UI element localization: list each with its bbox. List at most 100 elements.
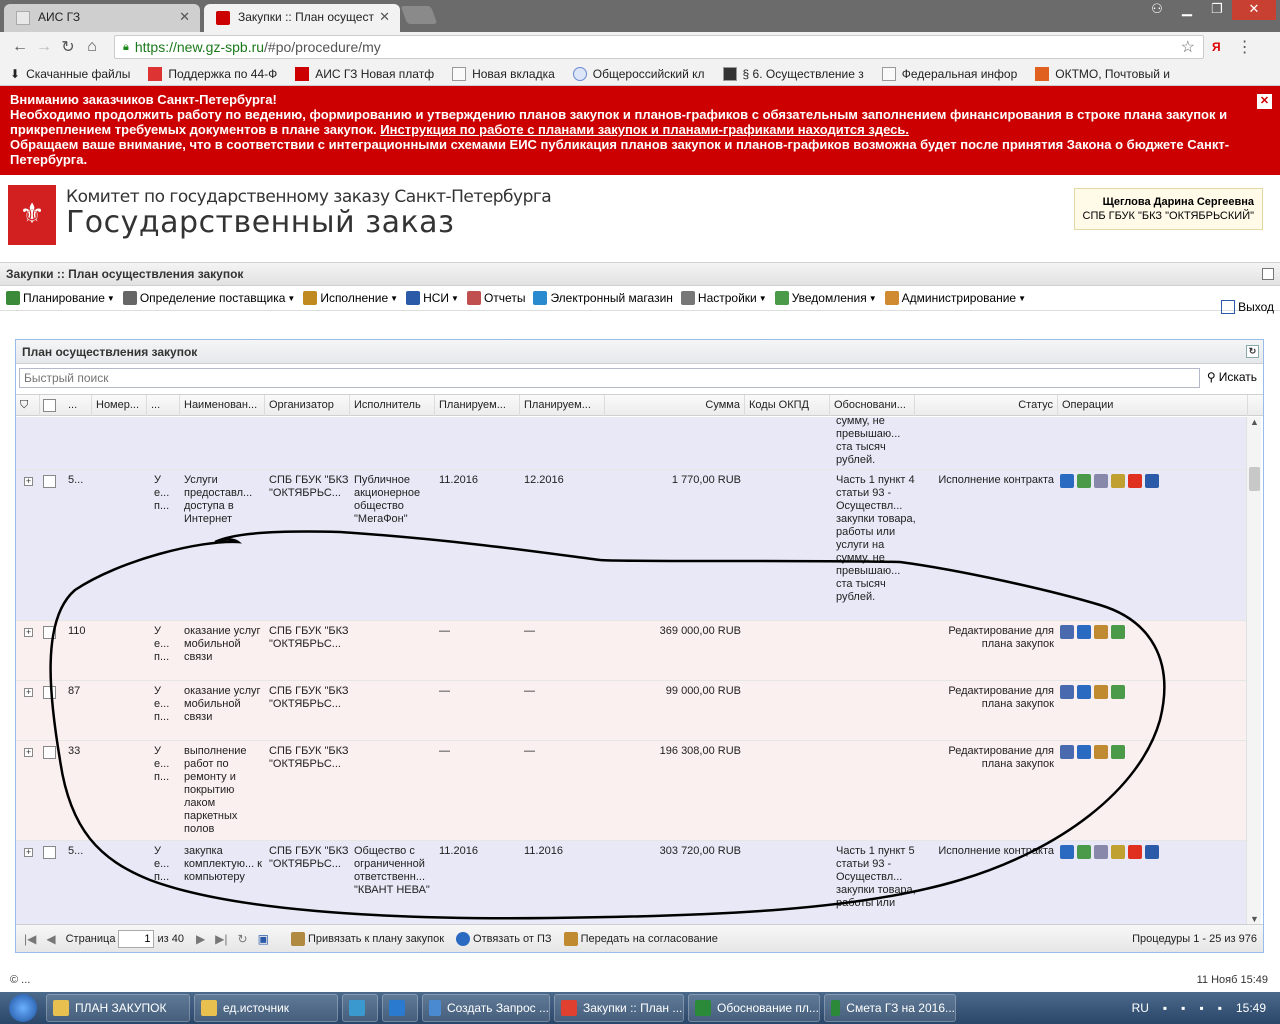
reload-icon[interactable]: ↻ [56, 37, 80, 57]
taskbar-item[interactable]: Создать Запрос ... [422, 994, 550, 1022]
column-header[interactable]: Операции [1058, 395, 1248, 416]
operation-icon[interactable] [1145, 845, 1159, 859]
column-header[interactable]: Номер... [92, 395, 147, 416]
operation-icon[interactable] [1111, 625, 1125, 639]
operation-icon[interactable] [1094, 745, 1108, 759]
logout-button[interactable]: Выход [1221, 300, 1274, 314]
operation-icon[interactable] [1060, 845, 1074, 859]
menu-item[interactable]: Планирование ▼ [6, 291, 115, 305]
expand-icon[interactable]: + [24, 628, 33, 637]
operation-icon[interactable] [1094, 625, 1108, 639]
bookmark-item[interactable]: § 6. Осуществление з [722, 66, 864, 81]
table-row[interactable]: +5... У е... п... Услуги предоставл... дос… [16, 470, 1246, 621]
row-checkbox[interactable] [43, 746, 56, 759]
menu-item[interactable]: НСИ ▼ [406, 291, 459, 305]
back-icon[interactable]: ← [8, 38, 32, 56]
taskbar-item[interactable] [342, 994, 378, 1022]
bookmark-item[interactable]: Федеральная инфор [881, 66, 1017, 81]
menu-item[interactable]: Отчеты [466, 291, 525, 305]
new-tab-button[interactable] [400, 6, 438, 24]
bookmark-item[interactable]: Поддержка по 44-Ф [148, 66, 277, 81]
bind-to-plan-button[interactable]: Привязать к плану закупок [290, 931, 444, 946]
first-page-icon[interactable]: |◀ [24, 932, 36, 946]
row-checkbox[interactable] [43, 686, 56, 699]
operation-icon[interactable] [1111, 685, 1125, 699]
page-number-input[interactable] [118, 929, 155, 948]
volume-icon[interactable]: ▪ [1199, 1001, 1203, 1015]
menu-item[interactable]: Администрирование ▼ [884, 291, 1026, 305]
expand-icon[interactable]: + [24, 748, 33, 757]
instruction-link[interactable]: Инструкция по работе с планами закупок и… [380, 122, 909, 137]
table-row[interactable]: +5... У е... п... закупка комплектую... к … [16, 841, 1246, 924]
operation-icon[interactable] [1145, 474, 1159, 488]
refresh-icon[interactable]: ↻ [1246, 345, 1259, 358]
bookmark-item[interactable]: АИС ГЗ Новая платф [295, 66, 434, 81]
operation-icon[interactable] [1111, 845, 1125, 859]
close-tab-icon[interactable]: ✕ [379, 9, 390, 25]
operation-icon[interactable] [1128, 845, 1142, 859]
column-header[interactable]: Наименован... [180, 395, 265, 416]
scroll-thumb[interactable] [1249, 467, 1260, 491]
home-icon[interactable]: ⌂ [80, 38, 104, 56]
close-notice-icon[interactable]: ✕ [1257, 94, 1272, 109]
column-header[interactable]: Обосновани... [830, 395, 915, 416]
save-icon[interactable]: ▣ [258, 932, 269, 946]
select-all-checkbox[interactable] [43, 399, 56, 412]
language-indicator[interactable]: RU [1132, 1001, 1149, 1015]
operation-icon[interactable] [1077, 745, 1091, 759]
column-header[interactable]: Организатор [265, 395, 350, 416]
menu-item[interactable]: Уведомления ▼ [774, 291, 877, 305]
flag-icon[interactable]: ▪ [1181, 1001, 1185, 1015]
menu-item[interactable]: Определение поставщика ▼ [122, 291, 295, 305]
unbind-from-plan-button[interactable]: Отвязать от ПЗ [456, 931, 552, 946]
operation-icon[interactable] [1111, 474, 1125, 488]
collapse-icon[interactable] [1262, 268, 1274, 280]
bookmark-star-icon[interactable]: ☆ [1181, 37, 1195, 57]
expand-icon[interactable]: + [24, 688, 33, 697]
taskbar-item[interactable]: ПЛАН ЗАКУПОК [46, 994, 190, 1022]
row-checkbox[interactable] [43, 846, 56, 859]
prev-page-icon[interactable]: ◀ [46, 932, 55, 946]
forward-icon[interactable]: → [32, 38, 56, 56]
operation-icon[interactable] [1060, 745, 1074, 759]
yandex-extension-icon[interactable]: Я [1212, 40, 1221, 54]
table-row[interactable]: +110 У е... п... оказание услуг мобильной … [16, 621, 1246, 681]
menu-item[interactable]: Исполнение ▼ [303, 291, 398, 305]
scroll-down-icon[interactable]: ▼ [1250, 914, 1259, 924]
operation-icon[interactable] [1077, 845, 1091, 859]
bookmark-item[interactable]: Общероссийский кл [572, 66, 705, 81]
operation-icon[interactable] [1077, 685, 1091, 699]
table-row[interactable]: +87 У е... п... оказание услуг мобильной с… [16, 681, 1246, 741]
send-for-approval-button[interactable]: Передать на согласование [563, 931, 718, 946]
operation-icon[interactable] [1094, 685, 1108, 699]
user-icon[interactable]: ⚇ [1142, 0, 1172, 20]
row-checkbox[interactable] [43, 475, 56, 488]
battery-icon[interactable]: ▪ [1218, 1001, 1222, 1015]
maximize-button[interactable]: ❐ [1202, 0, 1232, 20]
start-button[interactable] [0, 992, 46, 1024]
browser-tab-zakupki[interactable]: Закупки :: План осущест ✕ [204, 4, 400, 32]
column-header[interactable]: ... [64, 395, 92, 416]
taskbar-item[interactable]: ед.источник [194, 994, 338, 1022]
taskbar-item[interactable]: Закупки :: План ... [554, 994, 684, 1022]
column-header[interactable]: Исполнитель [350, 395, 435, 416]
last-page-icon[interactable]: ▶| [215, 932, 227, 946]
bookmark-item[interactable]: ⬇ Скачанные файлы [10, 67, 130, 81]
taskbar-item[interactable] [382, 994, 418, 1022]
vertical-scrollbar[interactable]: ▲ ▼ [1246, 417, 1261, 924]
operation-icon[interactable] [1094, 845, 1108, 859]
column-header[interactable]: Планируем... [520, 395, 605, 416]
operation-icon[interactable] [1060, 625, 1074, 639]
operation-icon[interactable] [1077, 625, 1091, 639]
network-icon[interactable]: ▪ [1163, 1001, 1167, 1015]
operation-icon[interactable] [1111, 745, 1125, 759]
column-header[interactable]: Сумма [605, 395, 745, 416]
quick-search-input[interactable] [19, 368, 1200, 388]
menu-item[interactable]: Электронный магазин [533, 291, 673, 305]
operation-icon[interactable] [1094, 474, 1108, 488]
bookmark-item[interactable]: ОКТМО, Почтовый и [1035, 66, 1170, 81]
url-bar[interactable]: 🔒︎ https://new.gz-spb.ru /#po/procedure/… [114, 35, 1204, 59]
column-header[interactable]: Статус [915, 395, 1058, 416]
browser-menu-icon[interactable]: ⋮ [1237, 37, 1253, 57]
bookmark-item[interactable]: Новая вкладка [452, 66, 555, 81]
